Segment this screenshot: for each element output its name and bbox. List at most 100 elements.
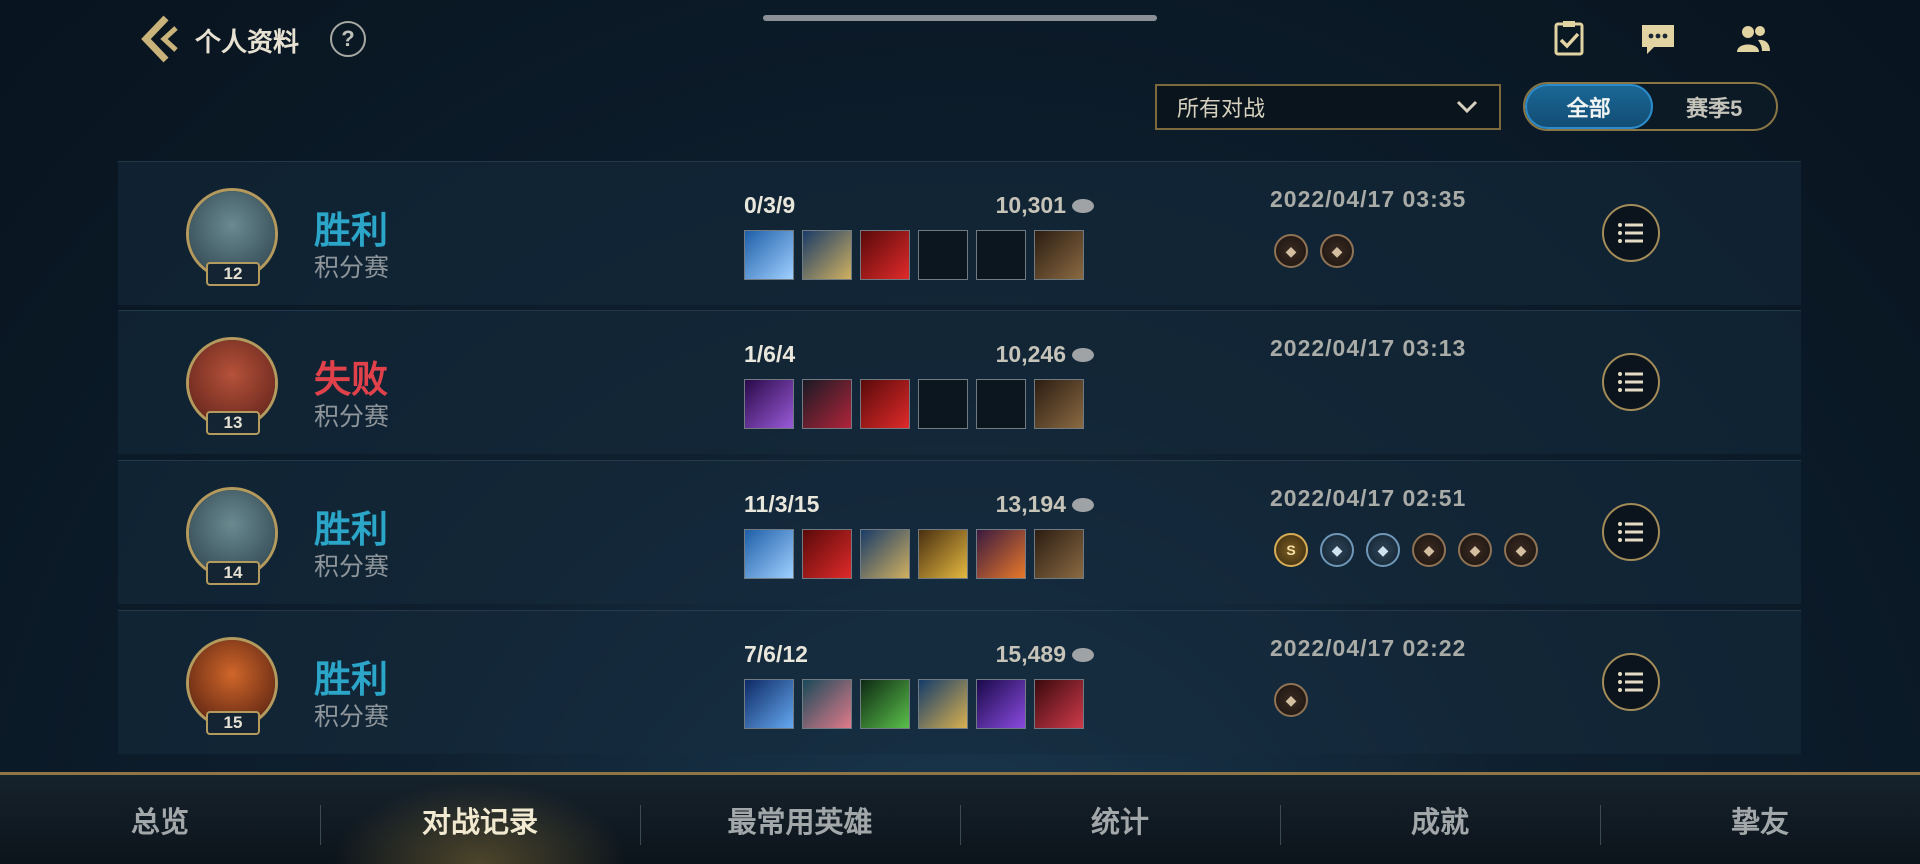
boot-badge-icon[interactable]: ◆ — [1458, 533, 1492, 567]
kda-score: 0/3/9 — [744, 192, 796, 218]
shield-badge-icon[interactable]: ◆ — [1412, 533, 1446, 567]
back-chevron-icon — [141, 15, 178, 63]
list-icon — [1618, 223, 1643, 243]
list-icon — [1618, 672, 1643, 692]
back-button[interactable] — [136, 14, 182, 64]
match-datetime: 2022/04/17 02:51 — [1270, 485, 1467, 511]
match-mode: 积分赛 — [314, 254, 390, 282]
match-row[interactable]: 15 胜利积分赛 7/6/12 15,489 2022/04/17 02:22 ◆ — [118, 610, 1801, 754]
match-badges: ◆ — [1274, 683, 1308, 717]
green-claw-item-icon[interactable] — [860, 679, 910, 729]
shield-badge-icon[interactable]: ◆ — [1274, 683, 1308, 717]
empty-item-slot[interactable] — [976, 379, 1026, 429]
lance-item-icon[interactable] — [860, 529, 910, 579]
match-result: 胜利 — [314, 509, 388, 550]
item-build — [744, 230, 1084, 280]
gold-value: 13,194 — [995, 491, 1066, 517]
champion-level: 15 — [206, 711, 260, 735]
assist-badge-icon[interactable]: ◆ — [1320, 234, 1354, 268]
empty-item-slot[interactable] — [918, 230, 968, 280]
gold-earned: 10,301 — [964, 192, 1094, 219]
boots-item-icon[interactable] — [1034, 379, 1084, 429]
friends-icon[interactable] — [1732, 18, 1774, 60]
gold-value: 15,489 — [995, 641, 1066, 667]
blue-blade-item-icon[interactable] — [744, 529, 794, 579]
season-segment-control[interactable]: 全部 赛季5 — [1523, 82, 1778, 131]
match-result: 失败 — [314, 359, 388, 400]
kda-score: 7/6/12 — [744, 641, 808, 667]
match-details-button[interactable] — [1602, 204, 1660, 262]
gold-value: 10,246 — [995, 341, 1066, 367]
match-details-button[interactable] — [1602, 503, 1660, 561]
dark-blade-item-icon[interactable] — [802, 379, 852, 429]
boots-item-icon[interactable] — [1034, 529, 1084, 579]
match-mode: 积分赛 — [314, 403, 390, 431]
mask-item-icon[interactable] — [802, 679, 852, 729]
champion-level: 13 — [206, 411, 260, 435]
kda-score: 1/6/4 — [744, 341, 796, 367]
empty-item-slot[interactable] — [918, 379, 968, 429]
gold-earned: 13,194 — [964, 491, 1094, 518]
tab-stats[interactable]: 统计 — [960, 775, 1280, 864]
match-datetime: 2022/04/17 03:13 — [1270, 335, 1467, 361]
match-filter-dropdown[interactable]: 所有对战 — [1155, 84, 1501, 130]
red-claw-item-icon[interactable] — [860, 379, 910, 429]
list-icon — [1618, 372, 1643, 392]
match-datetime: 2022/04/17 03:35 — [1270, 186, 1467, 212]
match-details-button[interactable] — [1602, 353, 1660, 411]
gold-earned: 15,489 — [964, 641, 1094, 668]
item-build — [744, 529, 1084, 579]
dropdown-value: 所有对战 — [1177, 96, 1266, 121]
flame-bow-item-icon[interactable] — [976, 529, 1026, 579]
help-button[interactable]: ? — [330, 21, 366, 57]
champion-level: 14 — [206, 561, 260, 585]
empty-item-slot[interactable] — [976, 230, 1026, 280]
crystal-item-icon[interactable] — [744, 679, 794, 729]
match-datetime: 2022/04/17 02:22 — [1270, 635, 1467, 661]
boots-item-icon[interactable] — [1034, 230, 1084, 280]
helm-badge-icon[interactable]: ◆ — [1504, 533, 1538, 567]
item-build — [744, 679, 1084, 729]
match-mode: 积分赛 — [314, 553, 390, 581]
purple-staff-item-icon[interactable] — [976, 679, 1026, 729]
red-claw-item-icon[interactable] — [802, 529, 852, 579]
match-result: 胜利 — [314, 659, 388, 700]
blue-sword-item-icon[interactable] — [918, 679, 968, 729]
gold-coin-icon — [1072, 198, 1094, 213]
lance-item-icon[interactable] — [802, 230, 852, 280]
list-icon — [1618, 522, 1643, 542]
segment-option-all[interactable]: 全部 — [1525, 84, 1653, 129]
match-row[interactable]: 13 失败积分赛 1/6/4 10,246 2022/04/17 03:13 — [118, 310, 1801, 454]
gold-value: 10,301 — [995, 192, 1066, 218]
red-claw-item-icon[interactable] — [860, 230, 910, 280]
kda-score: 11/3/15 — [744, 491, 820, 517]
match-badges: ◆ ◆ — [1274, 234, 1354, 268]
match-details-button[interactable] — [1602, 653, 1660, 711]
page-title: 个人资料 — [195, 27, 300, 57]
gold-coin-icon — [1072, 647, 1094, 662]
crown-badge-icon[interactable]: ◆ — [1366, 533, 1400, 567]
drag-handle[interactable] — [763, 15, 1157, 21]
champion-level: 12 — [206, 262, 260, 286]
gold-coin-icon — [1072, 497, 1094, 512]
wing-badge-icon[interactable]: ◆ — [1320, 533, 1354, 567]
s-badge-icon[interactable]: S — [1274, 533, 1308, 567]
bottom-nav: 总览 对战记录 最常用英雄 统计 成就 挚友 — [0, 772, 1920, 864]
tab-achievements[interactable]: 成就 — [1280, 775, 1600, 864]
mvp-badge-icon[interactable]: ◆ — [1274, 234, 1308, 268]
checklist-icon[interactable] — [1548, 18, 1590, 60]
match-mode: 积分赛 — [314, 703, 390, 731]
chat-icon[interactable] — [1637, 18, 1679, 60]
match-row[interactable]: 12 胜利 积分赛 0/3/9 10,301 2022/04/17 03:35 ◆ ◆ — [118, 161, 1801, 305]
tab-top-champions[interactable]: 最常用英雄 — [640, 775, 960, 864]
gold-earned: 10,246 — [964, 341, 1094, 368]
tab-best-friends[interactable]: 挚友 — [1600, 775, 1920, 864]
red-boots-item-icon[interactable] — [1034, 679, 1084, 729]
gold-hammer-item-icon[interactable] — [918, 529, 968, 579]
tab-overview[interactable]: 总览 — [0, 775, 320, 864]
tab-match-history[interactable]: 对战记录 — [320, 775, 640, 864]
match-row[interactable]: 14 胜利积分赛 11/3/15 13,194 2022/04/17 02:51 S ◆ ◆ ◆… — [118, 460, 1801, 604]
blue-blade-item-icon[interactable] — [744, 230, 794, 280]
segment-option-season[interactable]: 赛季5 — [1653, 84, 1777, 129]
purple-sword-item-icon[interactable] — [744, 379, 794, 429]
